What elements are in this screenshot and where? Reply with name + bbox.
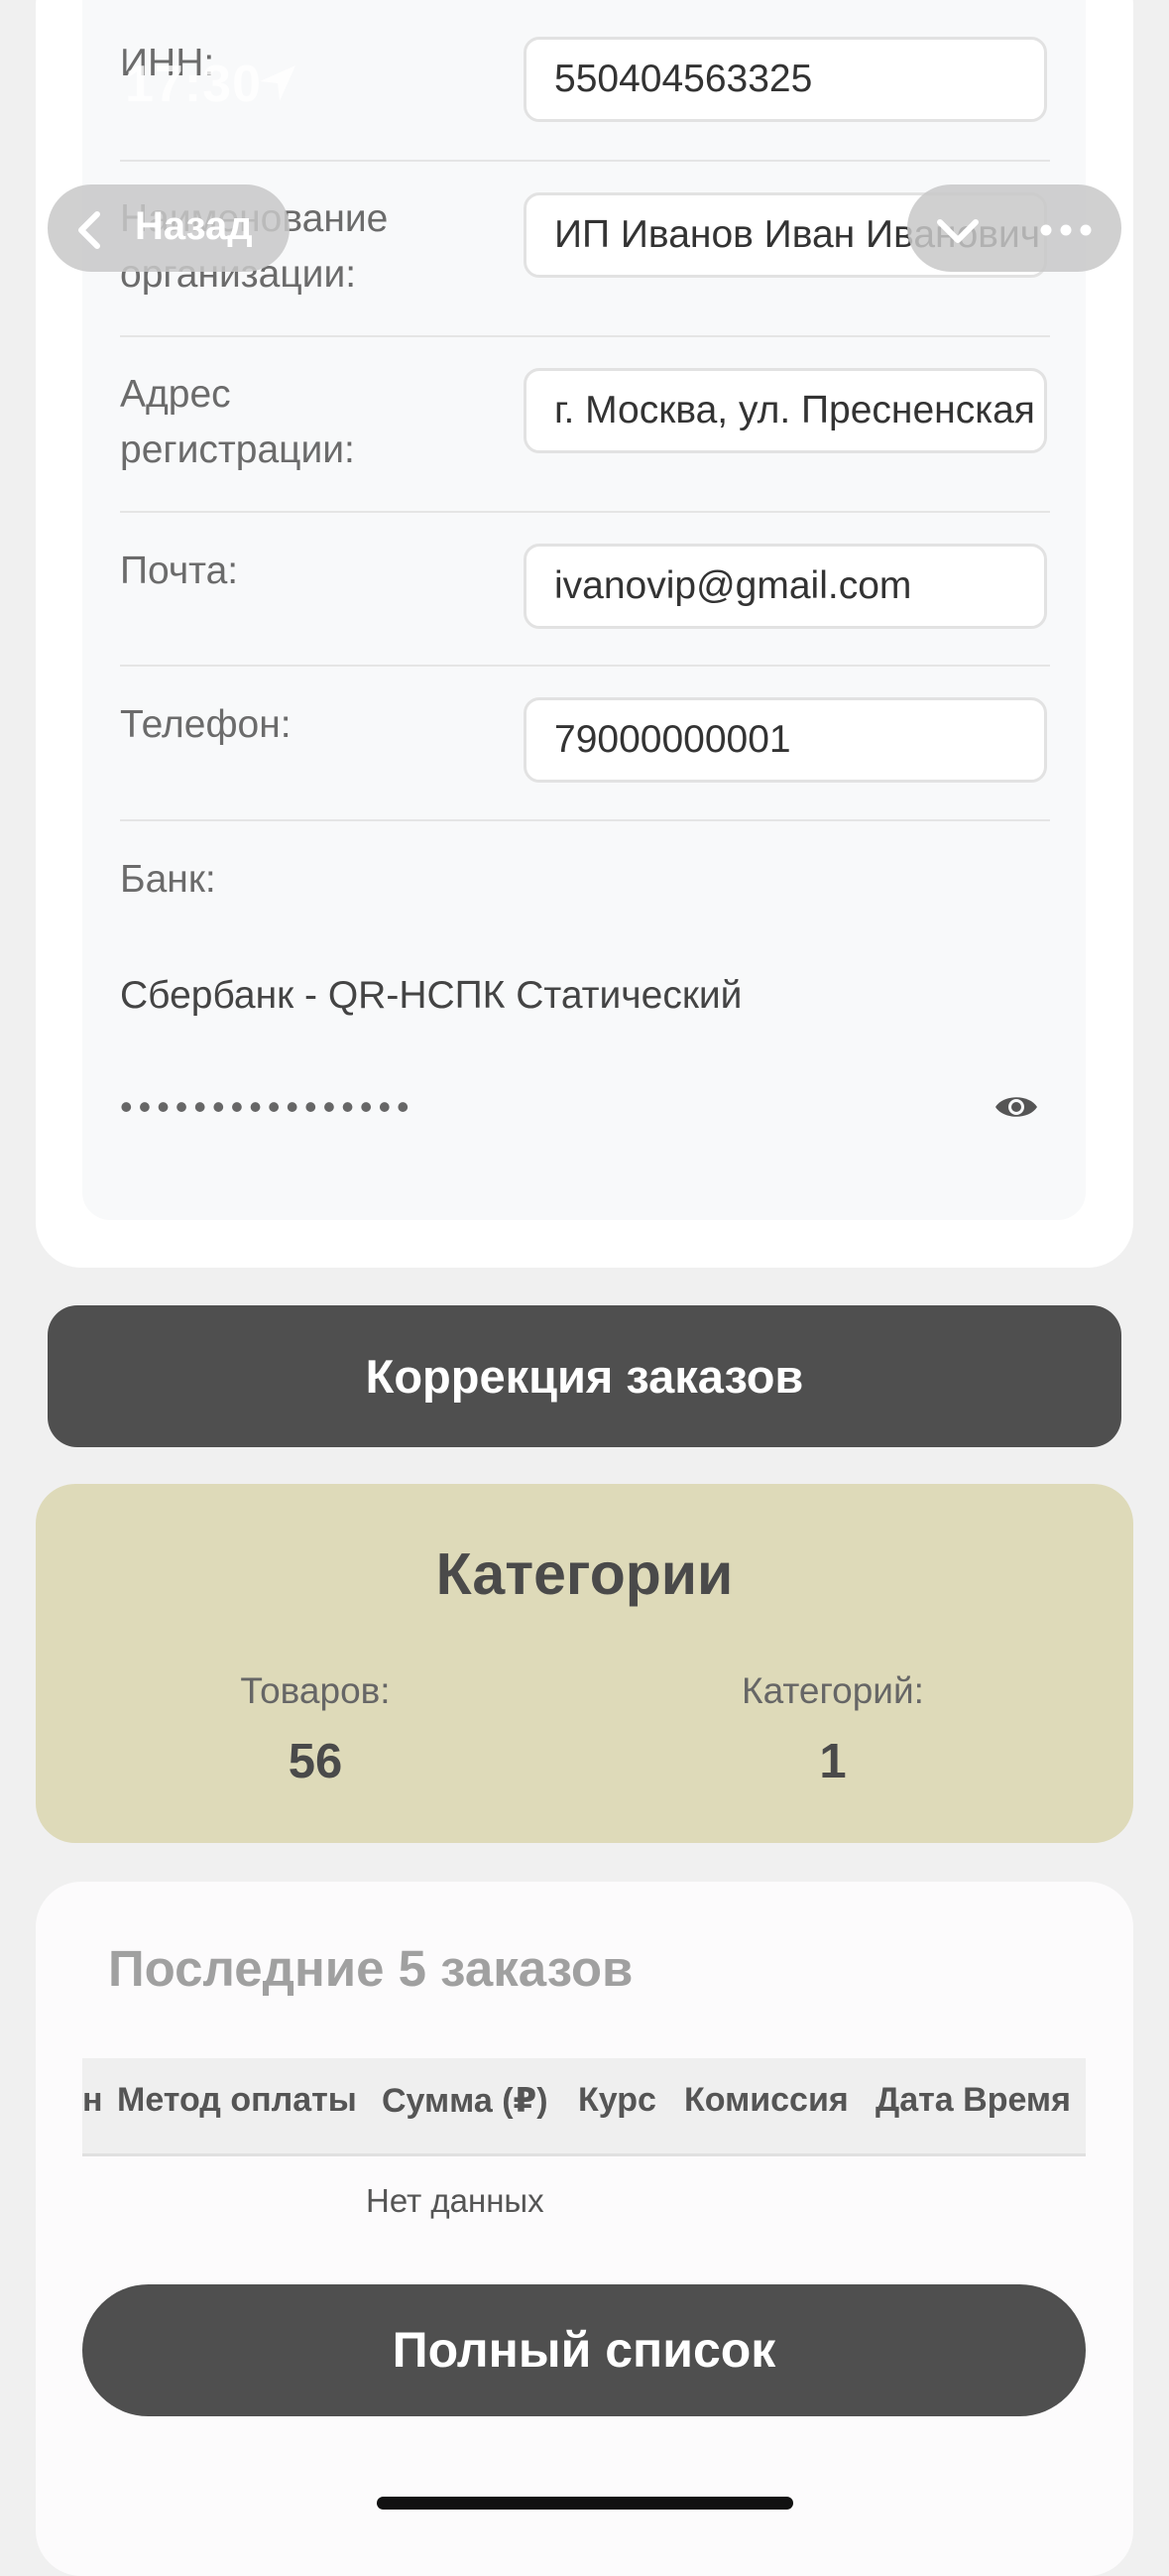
orders-title: Последние 5 заказов xyxy=(108,1940,634,1997)
eye-icon[interactable] xyxy=(994,1091,1039,1128)
chevron-left-icon xyxy=(67,206,115,259)
inn-field[interactable]: 550404563325 xyxy=(524,37,1047,122)
address-label-line2: регистрации: xyxy=(120,429,355,471)
order-correction-button[interactable]: Коррекция заказов xyxy=(48,1305,1121,1447)
column-header: н xyxy=(82,2081,103,2119)
divider xyxy=(120,160,1050,162)
phone-label: Телефон: xyxy=(120,703,292,746)
home-indicator xyxy=(377,2497,793,2510)
location-arrow-icon xyxy=(256,61,299,110)
back-label: Назад xyxy=(135,204,253,248)
divider xyxy=(120,511,1050,513)
full-list-button[interactable]: Полный список xyxy=(82,2284,1086,2416)
address-field[interactable]: г. Москва, ул. Пресненская xyxy=(524,368,1047,453)
status-time: 17:30 xyxy=(125,56,262,113)
column-header-commission: Комиссия xyxy=(684,2081,849,2119)
goods-count-value: 56 xyxy=(288,1735,343,1788)
empty-table-text: Нет данных xyxy=(366,2182,544,2219)
divider xyxy=(120,819,1050,821)
bank-value: Сбербанк - QR-НСПК Статический xyxy=(120,974,743,1017)
goods-count-label: Товаров: xyxy=(240,1670,391,1711)
email-label: Почта: xyxy=(120,550,239,592)
divider xyxy=(120,335,1050,337)
bank-label: Банк: xyxy=(120,858,216,901)
column-header-payment-method: Метод оплаты xyxy=(117,2081,357,2119)
phone-field[interactable]: 79000000001 xyxy=(524,697,1047,783)
column-header-datetime: Дата Время xyxy=(876,2081,1071,2119)
categories-count-value: 1 xyxy=(819,1735,847,1788)
categories-count-label: Категорий: xyxy=(742,1670,924,1711)
divider xyxy=(120,665,1050,667)
categories-title: Категории xyxy=(435,1541,734,1607)
address-label-line1: Адрес xyxy=(120,373,231,416)
column-header-amount: Сумма (₽) xyxy=(382,2082,548,2120)
email-field[interactable]: ivanovip@gmail.com xyxy=(524,544,1047,629)
secret-mask: •••••••••••••••• xyxy=(120,1086,415,1127)
chevron-down-icon[interactable] xyxy=(932,206,984,259)
column-header-rate: Курс xyxy=(578,2081,656,2119)
more-icon[interactable] xyxy=(1036,210,1096,255)
